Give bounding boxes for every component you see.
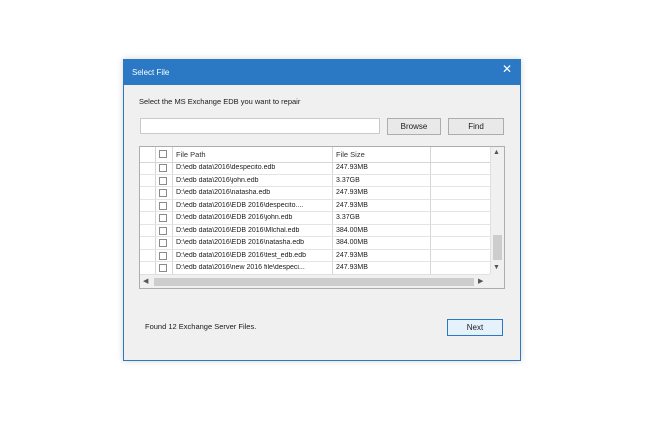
file-size-cell: 384.00MB	[336, 239, 368, 246]
vertical-scrollbar[interactable]: ▲ ▼	[490, 147, 504, 274]
file-size-cell: 247.93MB	[336, 189, 368, 196]
vertical-scroll-thumb[interactable]	[493, 235, 502, 260]
table-row[interactable]: D:\edb data\2016\EDB 2016\despecito.... …	[140, 200, 490, 212]
file-path-cell: D:\edb data\2016\john.edb	[176, 176, 259, 184]
row-checkbox[interactable]	[159, 264, 167, 272]
next-button[interactable]: Next	[447, 319, 503, 336]
file-size-cell: 3.37GB	[336, 214, 360, 221]
file-grid: File Path File Size D:\edb data\2016\des…	[139, 146, 505, 289]
scroll-left-icon[interactable]: ◀	[143, 277, 148, 285]
grid-header: File Path File Size	[140, 147, 490, 163]
table-row[interactable]: D:\edb data\2016\despecito.edb 247.93MB	[140, 162, 490, 175]
scroll-up-icon[interactable]: ▲	[493, 149, 500, 156]
select-all-checkbox[interactable]	[159, 150, 167, 158]
file-size-cell: 247.93MB	[336, 264, 368, 271]
row-checkbox[interactable]	[159, 189, 167, 197]
table-row[interactable]: D:\edb data\2016\EDB 2016\john.edb 3.37G…	[140, 212, 490, 225]
table-row[interactable]: D:\edb data\2016\EDB 2016\test_edb.edb 2…	[140, 250, 490, 262]
table-row[interactable]: D:\edb data\2016\john.edb 3.37GB	[140, 175, 490, 187]
close-icon[interactable]: ✕	[502, 63, 512, 75]
file-path-cell: D:\edb data\2016\EDB 2016\test_edb.edb	[176, 251, 306, 259]
file-path-cell: D:\edb data\2016\new 2016 file\despeci..…	[176, 264, 305, 271]
file-path-cell: D:\edb data\2016\EDB 2016\Mlchal.edb	[176, 226, 300, 234]
table-row[interactable]: D:\edb data\2016\EDB 2016\Mlchal.edb 384…	[140, 225, 490, 237]
table-row[interactable]: D:\edb data\2016\natasha.edb 247.93MB	[140, 187, 490, 200]
row-checkbox[interactable]	[159, 176, 167, 185]
row-checkbox[interactable]	[159, 251, 167, 260]
prompt-text: Select the MS Exchange EDB you want to r…	[139, 97, 301, 106]
browse-button[interactable]: Browse	[387, 118, 441, 135]
file-path-cell: D:\edb data\2016\EDB 2016\john.edb	[176, 214, 293, 221]
file-size-cell: 247.93MB	[336, 251, 368, 259]
file-size-cell: 384.00MB	[336, 226, 368, 234]
row-checkbox[interactable]	[159, 226, 167, 235]
grid-rows: D:\edb data\2016\despecito.edb 247.93MB …	[140, 162, 490, 275]
row-checkbox[interactable]	[159, 239, 167, 247]
file-path-cell: D:\edb data\2016\despecito.edb	[176, 164, 276, 171]
file-path-cell: D:\edb data\2016\natasha.edb	[176, 189, 271, 196]
file-path-input[interactable]	[140, 118, 380, 134]
select-file-dialog: Select File ✕ Select the MS Exchange EDB…	[123, 59, 521, 361]
file-size-cell: 247.93MB	[336, 164, 368, 171]
file-path-cell: D:\edb data\2016\EDB 2016\natasha.edb	[176, 239, 305, 246]
horizontal-scrollbar[interactable]: ◀ ▶	[140, 274, 490, 288]
scroll-down-icon[interactable]: ▼	[493, 264, 500, 271]
status-text: Found 12 Exchange Server Files.	[145, 322, 257, 331]
row-checkbox[interactable]	[159, 201, 167, 210]
column-header-file-path[interactable]: File Path	[176, 150, 206, 159]
horizontal-scroll-thumb[interactable]	[154, 278, 474, 286]
scroll-right-icon[interactable]: ▶	[478, 277, 483, 285]
table-row[interactable]: D:\edb data\2016\EDB 2016\natasha.edb 38…	[140, 237, 490, 250]
find-button[interactable]: Find	[448, 118, 504, 135]
row-checkbox[interactable]	[159, 164, 167, 172]
scrollbar-corner	[490, 274, 504, 288]
title-bar: Select File ✕	[124, 60, 520, 85]
table-row[interactable]: D:\edb data\2016\new 2016 file\despeci..…	[140, 262, 490, 275]
row-checkbox[interactable]	[159, 214, 167, 222]
dialog-title: Select File	[132, 68, 170, 77]
file-size-cell: 3.37GB	[336, 176, 360, 184]
file-size-cell: 247.93MB	[336, 201, 368, 209]
file-path-cell: D:\edb data\2016\EDB 2016\despecito....	[176, 201, 304, 209]
column-header-file-size[interactable]: File Size	[336, 150, 365, 159]
